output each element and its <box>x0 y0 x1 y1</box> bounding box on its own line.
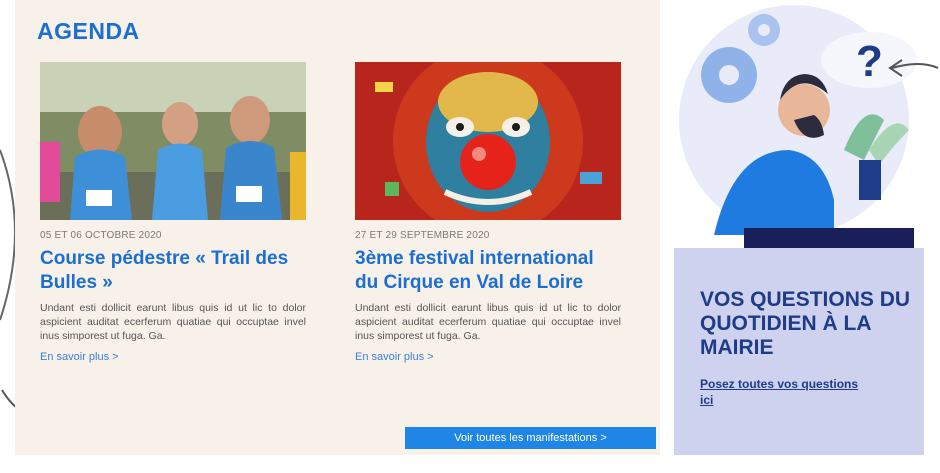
gear-icon <box>701 47 757 103</box>
read-more-link[interactable]: En savoir plus > <box>40 351 119 363</box>
runners-photo[interactable] <box>40 62 306 220</box>
event-card[interactable]: 27 ET 29 SEPTEMBRE 2020 3ème festival in… <box>355 62 621 365</box>
question-mark-icon: ? <box>856 37 883 86</box>
clown-photo[interactable] <box>355 62 621 220</box>
read-more-link[interactable]: En savoir plus > <box>355 351 434 363</box>
event-description: Undant esti dollicit earunt libus quis i… <box>355 302 621 342</box>
event-card[interactable]: 05 ET 06 OCTOBRE 2020 Course pédestre « … <box>40 62 306 365</box>
all-events-button[interactable]: Voir toutes les manifestations > <box>405 427 656 449</box>
event-date: 05 ET 06 OCTOBRE 2020 <box>40 230 162 241</box>
faq-box[interactable]: VOS QUESTIONS DU QUOTIDIEN À LA MAIRIE P… <box>674 248 924 455</box>
event-date: 27 ET 29 SEPTEMBRE 2020 <box>355 230 490 241</box>
faq-title: VOS QUESTIONS DU QUOTIDIEN À LA MAIRIE <box>700 288 911 359</box>
event-description: Undant esti dollicit earunt libus quis i… <box>40 302 306 342</box>
agenda-title: AGENDA <box>37 18 140 44</box>
arrow-decoration-icon <box>888 59 939 77</box>
gear-icon <box>748 14 780 46</box>
thinking-person-illustration: ? <box>674 0 924 248</box>
agenda-section: AGENDA 05 ET 06 OCTOBRE 2020 Course péde… <box>15 0 660 455</box>
event-title[interactable]: 3ème festival international du Cirque en… <box>355 247 621 295</box>
event-title[interactable]: Course pédestre « Trail des Bulles » <box>40 247 306 295</box>
ask-questions-link[interactable]: Posez toutes vos questions ici <box>700 376 870 408</box>
